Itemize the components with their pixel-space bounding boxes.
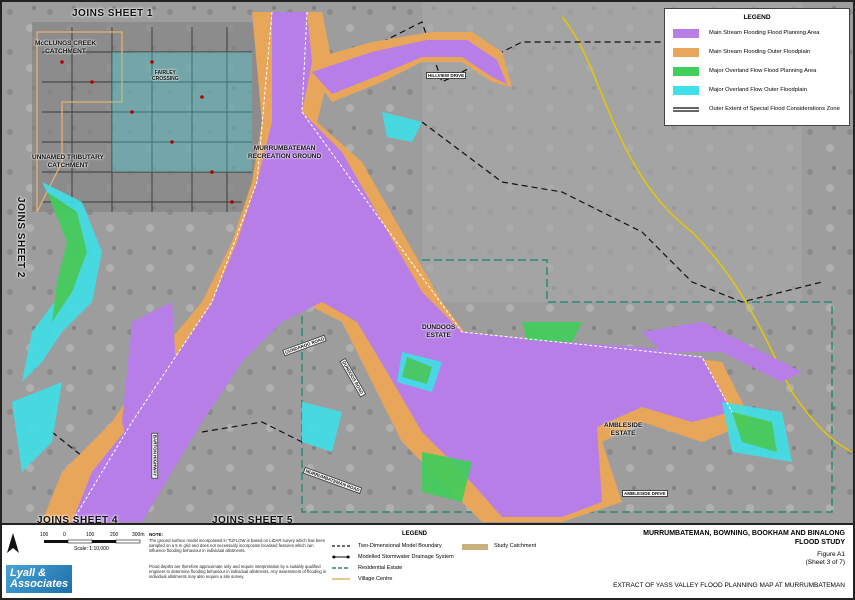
note-text-1: The ground surface model incorporated in…: [149, 538, 326, 553]
joins-top-label: JOINS SHEET 1: [72, 8, 153, 19]
legend-swatch: [673, 86, 699, 95]
dundoos-estate-label: DUNDOOS ESTATE: [422, 324, 456, 339]
road-label-5: AMBLESIDE DRIVE: [622, 490, 668, 497]
joins-bottom-left-label: JOINS SHEET 4: [37, 515, 118, 525]
legend-swatch: [673, 48, 699, 57]
map-sheet: JOINS SHEET 1 JOINS SHEET 2 JOINS SHEET …: [0, 0, 855, 600]
company-logo: Lyall & Associates: [6, 565, 72, 593]
legend-swatch: [673, 107, 699, 112]
legend-swatch: [673, 29, 699, 38]
flood-map[interactable]: JOINS SHEET 1 JOINS SHEET 2 JOINS SHEET …: [0, 0, 855, 525]
legend-swatch: [673, 67, 699, 76]
scale-label: Scale: 1:10,000: [74, 546, 109, 552]
joins-bottom-right-label: JOINS SHEET 5: [212, 515, 293, 525]
fairley-label: FAIRLEY CROSSING: [152, 70, 179, 82]
map-title-1: MURRUMBATEMAN, BOWNING, BOOKHAM AND BINA…: [643, 530, 845, 537]
north-arrow-icon: [7, 533, 19, 553]
scale-tick: 100: [86, 532, 95, 538]
recreation-ground-label: MURRUMBATEMAN RECREATION GROUND: [248, 145, 322, 160]
bottom-legend-item: Village Centre: [358, 576, 393, 582]
study-catchment-label: Study Catchment: [494, 543, 537, 549]
unnamed-tributary-label: UNNAMED TRIBUTARY CATCHMENT: [32, 154, 104, 169]
bottom-legend-item: Residential Estate: [358, 565, 403, 571]
title-block: 100 0 100 200 300m Scale: 1:10,000 Lyall…: [0, 525, 855, 600]
study-catchment-swatch: [462, 544, 488, 550]
road-label-2: BARTON HIGHWAY: [151, 432, 159, 479]
road-label-1: HILLVIEW DRIVE: [426, 72, 467, 79]
note-text-2: Flood depths are therefore approximate o…: [149, 564, 327, 579]
joins-left-label: JOINS SHEET 2: [14, 197, 26, 278]
scale-tick: 100: [40, 532, 49, 538]
bottom-legend-item: Two-Dimensional Model Boundary: [358, 543, 442, 549]
bottom-legend-title: LEGEND: [402, 531, 428, 537]
bottom-legend-item: Modelled Stormwater Drainage System: [358, 554, 454, 560]
map-legend: LEGEND Main Stream Flooding Flood Planni…: [664, 8, 850, 126]
bottom-legend-symbols: [332, 545, 350, 580]
extract-title: EXTRACT OF YASS VALLEY FLOOD PLANNING MA…: [613, 582, 845, 589]
legend-title: LEGEND: [743, 14, 771, 21]
figure-number: Figure A1: [817, 551, 845, 558]
ambleside-estate-label: AMBLESIDE ESTATE: [604, 422, 643, 437]
scale-tick: 0: [63, 532, 66, 538]
mcclungs-creek-label: McCLUNGS CREEK CATCHMENT: [35, 40, 97, 55]
map-title-2: FLOOD STUDY: [794, 539, 845, 546]
scale-tick: 200: [110, 532, 119, 538]
sheet-number: (Sheet 3 of 7): [805, 559, 845, 566]
note-title: NOTE:: [149, 532, 163, 537]
scale-tick: 300m: [132, 532, 145, 538]
